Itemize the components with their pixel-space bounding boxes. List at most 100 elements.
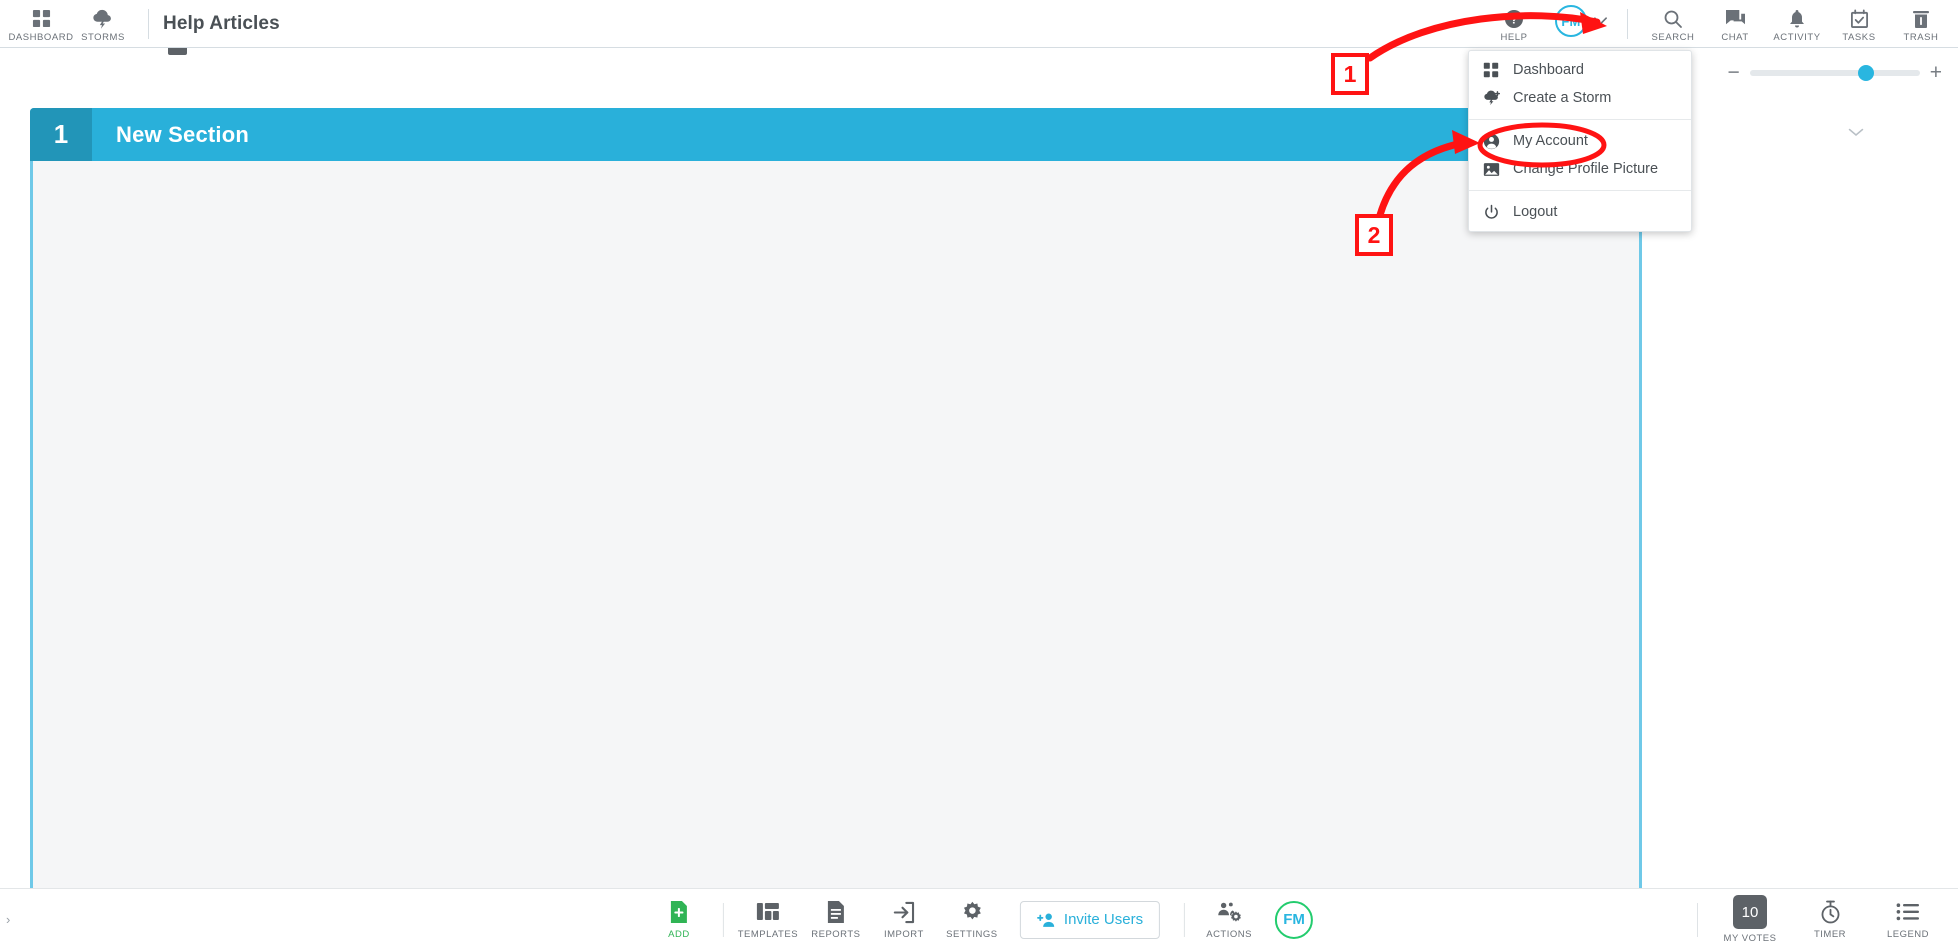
- nav-item-trash[interactable]: TRASH: [1890, 4, 1952, 43]
- help-circle-icon: ?: [1504, 7, 1524, 30]
- bottom-item-reports-label: REPORTS: [811, 929, 861, 940]
- bottom-item-my-votes[interactable]: 10 MY VOTES: [1708, 895, 1792, 944]
- bottom-toolbar-center-group: ADD TEMPLATES REPORTS IMPORT SETTINGS In…: [645, 899, 1314, 940]
- file-plus-icon: [668, 899, 690, 925]
- bottom-item-legend-label: LEGEND: [1886, 929, 1930, 940]
- menu-separator: [1469, 119, 1691, 120]
- menu-separator: [1469, 190, 1691, 191]
- nav-divider-right: [1627, 8, 1628, 39]
- layout-icon: [756, 899, 780, 925]
- bell-icon: [1788, 7, 1806, 30]
- menu-item-my-account-label: My Account: [1513, 133, 1588, 149]
- image-icon: [1483, 161, 1509, 178]
- collapse-chevron-icon[interactable]: [1848, 126, 1864, 140]
- chat-icon: [1725, 7, 1746, 30]
- menu-item-logout-label: Logout: [1513, 204, 1558, 220]
- cloud-storm-plus-icon: [1483, 90, 1509, 106]
- menu-item-dashboard[interactable]: Dashboard: [1469, 56, 1691, 84]
- nav-item-chat-label: CHAT: [1721, 32, 1749, 43]
- bottom-divider: [1184, 902, 1186, 937]
- bottom-item-timer[interactable]: TIMER: [1792, 899, 1868, 940]
- zoom-slider-thumb[interactable]: [1857, 64, 1874, 81]
- bottom-item-timer-label: TIMER: [1813, 929, 1847, 940]
- zoom-control: − +: [1727, 62, 1942, 83]
- bottom-item-legend[interactable]: LEGEND: [1868, 899, 1948, 940]
- account-dropdown-menu: Dashboard Create a Storm My Account Chan…: [1468, 50, 1692, 232]
- power-icon: [1483, 204, 1509, 221]
- people-gear-icon: [1217, 899, 1242, 925]
- page-title: Help Articles: [163, 12, 280, 34]
- avatar-top[interactable]: FM: [1555, 5, 1587, 37]
- bottom-divider: [722, 902, 724, 937]
- bottom-item-templates-label: TEMPLATES: [737, 929, 799, 940]
- avatar-bottom[interactable]: FM: [1275, 900, 1314, 939]
- nav-item-activity-label: ACTIVITY: [1773, 32, 1821, 43]
- bottom-item-settings-label: SETTINGS: [946, 929, 998, 940]
- top-nav-right-group: ? HELP FM SEARCH CHAT ACTIVITY TASKS TRA…: [1483, 4, 1958, 43]
- bottom-divider: [1697, 902, 1698, 937]
- menu-item-create-a-storm[interactable]: Create a Storm: [1469, 84, 1691, 112]
- bottom-item-import[interactable]: IMPORT: [870, 899, 938, 940]
- section-body[interactable]: [30, 161, 1642, 889]
- section-header: 1 New Section: [30, 108, 1642, 161]
- stopwatch-icon: [1819, 899, 1842, 925]
- zoom-in-button[interactable]: +: [1930, 62, 1942, 83]
- menu-item-create-a-storm-label: Create a Storm: [1513, 90, 1612, 106]
- bottom-item-reports[interactable]: REPORTS: [802, 899, 870, 940]
- nav-item-tasks-label: TASKS: [1842, 32, 1876, 43]
- menu-item-logout[interactable]: Logout: [1469, 198, 1691, 226]
- bottom-toolbar: › ADD TEMPLATES REPORTS IMPORT SETTINGS …: [0, 888, 1958, 950]
- bottom-item-templates[interactable]: TEMPLATES: [734, 899, 802, 940]
- invite-users-label: Invite Users: [1063, 911, 1144, 928]
- menu-item-change-profile-picture[interactable]: Change Profile Picture: [1469, 155, 1691, 183]
- invite-users-button[interactable]: Invite Users: [1019, 900, 1161, 939]
- top-nav-left-group: DASHBOARD STORMS: [0, 4, 134, 43]
- grid-icon: [1483, 62, 1509, 78]
- bottom-item-actions[interactable]: ACTIONS: [1195, 899, 1263, 940]
- user-circle-icon: [1483, 133, 1509, 150]
- nav-item-help[interactable]: ? HELP: [1483, 4, 1545, 43]
- menu-item-change-profile-picture-label: Change Profile Picture: [1513, 161, 1659, 177]
- zoom-slider[interactable]: [1749, 64, 1920, 81]
- app-root: DASHBOARD STORMS Help Articles ? HELP FM…: [0, 0, 1958, 950]
- cloud-storm-icon: [92, 7, 114, 30]
- menu-item-dashboard-label: Dashboard: [1513, 62, 1584, 78]
- document-icon: [826, 899, 846, 925]
- bottom-item-my-votes-label: MY VOTES: [1723, 933, 1777, 944]
- votes-badge: 10: [1733, 895, 1767, 929]
- trash-icon: [1912, 7, 1930, 30]
- nav-item-dashboard[interactable]: DASHBOARD: [8, 4, 74, 43]
- nav-item-tasks[interactable]: TASKS: [1828, 4, 1890, 43]
- nav-item-search-label: SEARCH: [1651, 32, 1695, 43]
- nav-item-storms[interactable]: STORMS: [72, 4, 134, 43]
- bottom-item-add-label: ADD: [668, 929, 690, 940]
- zoom-out-button[interactable]: −: [1727, 62, 1739, 83]
- chevron-down-icon[interactable]: [1587, 4, 1613, 38]
- bottom-item-import-label: IMPORT: [884, 929, 924, 940]
- person-plus-icon: [1037, 912, 1056, 928]
- svg-text:?: ?: [1510, 12, 1517, 26]
- annotation-marker-1: 1: [1331, 53, 1369, 95]
- gear-icon: [960, 899, 983, 925]
- nav-item-help-label: HELP: [1500, 32, 1528, 43]
- nav-item-chat[interactable]: CHAT: [1704, 4, 1766, 43]
- section-title[interactable]: New Section: [116, 122, 249, 148]
- search-icon: [1663, 7, 1683, 30]
- import-arrow-icon: [892, 899, 915, 925]
- top-navigation-bar: DASHBOARD STORMS Help Articles ? HELP FM…: [0, 0, 1958, 48]
- calendar-check-icon: [1850, 7, 1869, 30]
- nav-divider-left: [148, 8, 149, 39]
- nav-item-activity[interactable]: ACTIVITY: [1766, 4, 1828, 43]
- expand-left-panel-chevron-icon[interactable]: ›: [6, 912, 10, 927]
- bottom-item-settings[interactable]: SETTINGS: [938, 899, 1006, 940]
- panel-handle[interactable]: [168, 48, 187, 55]
- bottom-toolbar-right-group: 10 MY VOTES TIMER LEGEND: [1687, 895, 1948, 944]
- votes-count: 10: [1733, 895, 1767, 929]
- bottom-item-add[interactable]: ADD: [645, 899, 713, 940]
- section-number: 1: [30, 108, 92, 161]
- annotation-marker-2: 2: [1355, 214, 1393, 256]
- list-icon: [1896, 899, 1920, 925]
- nav-item-dashboard-label: DASHBOARD: [8, 32, 74, 43]
- nav-item-search[interactable]: SEARCH: [1642, 4, 1704, 43]
- menu-item-my-account[interactable]: My Account: [1469, 127, 1691, 155]
